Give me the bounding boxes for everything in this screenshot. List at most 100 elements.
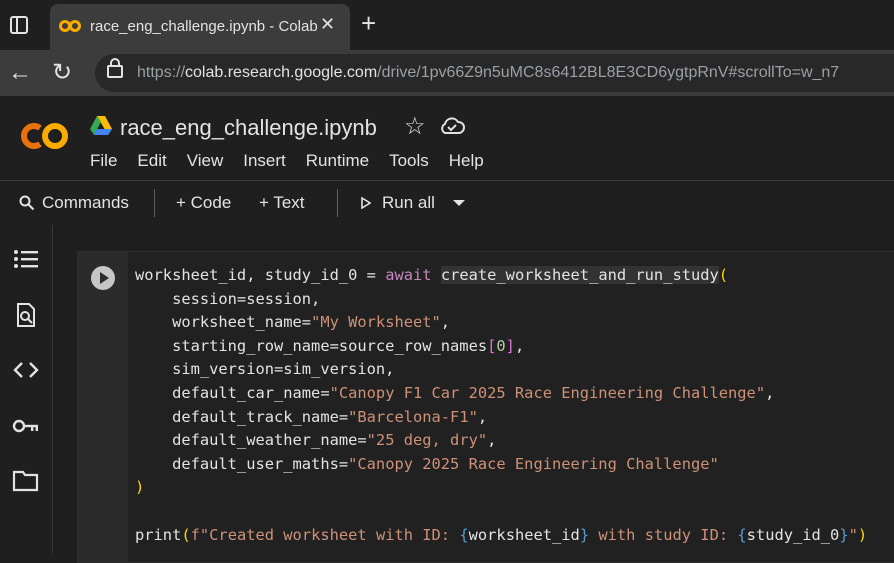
code-line: default_weather_name="25 deg, dry", <box>135 429 867 453</box>
code-token: ] <box>505 336 515 355</box>
find-icon[interactable] <box>12 303 40 327</box>
search-icon <box>19 195 35 211</box>
run-all-dropdown-icon[interactable] <box>452 199 466 207</box>
code-token: sim_version=sim_version, <box>135 360 395 379</box>
notebook-toolbar: Commands + Code + Text Run all <box>0 180 894 225</box>
code-token: worksheet_id <box>468 525 580 544</box>
code-token: 0 <box>496 336 506 355</box>
code-token: study_id_0 <box>746 525 840 544</box>
code-cell[interactable]: worksheet_id, study_id_0 = await create_… <box>77 251 894 563</box>
menu-tools[interactable]: Tools <box>389 151 429 171</box>
menu-view[interactable]: View <box>187 151 224 171</box>
menu-help[interactable]: Help <box>449 151 484 171</box>
code-line: print(f"Created worksheet with ID: {work… <box>135 524 867 548</box>
code-token: , <box>477 407 488 426</box>
code-token: default_weather_name= <box>135 431 367 450</box>
code-token: } <box>839 525 849 544</box>
menu-file[interactable]: File <box>90 151 117 171</box>
code-token: default_track_name= <box>135 407 349 426</box>
reload-icon[interactable]: ↻ <box>52 58 72 87</box>
code-token: , <box>514 336 525 355</box>
browser-tab-strip: race_eng_challenge.ipynb - Colab ✕ + <box>0 0 894 50</box>
url-host: colab.research.google.com <box>185 64 378 81</box>
code-token: , <box>765 383 775 402</box>
code-line: default_car_name="Canopy F1 Car 2025 Rac… <box>135 382 867 406</box>
url-text[interactable]: https://colab.research.google.com/drive/… <box>137 64 839 82</box>
colab-favicon-icon <box>59 20 81 32</box>
code-token: "My Worksheet" <box>311 313 441 332</box>
code-token: { <box>737 525 747 544</box>
cell-gutter <box>78 252 128 562</box>
colab-header: race_eng_challenge.ipynb ☆ File Edit Vie… <box>0 96 894 180</box>
code-token: starting_row_name=source_row_names <box>135 336 488 355</box>
star-icon[interactable]: ☆ <box>404 112 426 141</box>
code-editor[interactable]: worksheet_id, study_id_0 = await create_… <box>135 264 867 547</box>
run-cell-icon[interactable] <box>91 266 115 290</box>
tab-actions-icon[interactable] <box>10 16 28 34</box>
code-token: session=session, <box>135 289 321 308</box>
code-token: print <box>135 525 182 544</box>
toolbar-divider <box>154 189 155 217</box>
site-info-icon[interactable] <box>107 58 123 78</box>
code-token: worksheet_name= <box>135 313 312 332</box>
code-token: , <box>487 431 497 450</box>
code-token: f"Created worksheet with ID: <box>190 525 460 544</box>
left-sidebar <box>0 225 53 553</box>
code-token: ) <box>135 478 145 497</box>
code-token: ( <box>718 266 729 284</box>
menu-bar: File Edit View Insert Runtime Tools Help <box>90 151 504 171</box>
menu-edit[interactable]: Edit <box>137 151 166 171</box>
code-line: sim_version=sim_version, <box>135 358 867 382</box>
commands-button[interactable]: Commands <box>42 193 129 213</box>
toolbar-divider <box>337 189 338 217</box>
google-drive-icon <box>90 116 112 135</box>
code-line: ) <box>135 476 867 500</box>
secrets-key-icon[interactable] <box>12 414 40 438</box>
files-folder-icon[interactable] <box>12 469 40 493</box>
url-scheme: https:// <box>137 64 186 81</box>
code-token: with study ID: <box>589 525 738 544</box>
code-token: "Barcelona-F1" <box>348 407 478 426</box>
code-token: "Canopy 2025 Race Engineering Challenge" <box>348 454 719 473</box>
code-line: default_track_name="Barcelona-F1", <box>135 406 867 430</box>
code-line: worksheet_id, study_id_0 = await create_… <box>135 264 867 288</box>
run-all-button[interactable]: Run all <box>382 193 435 213</box>
close-tab-icon[interactable]: ✕ <box>320 14 335 35</box>
notebook-title[interactable]: race_eng_challenge.ipynb <box>120 115 377 141</box>
code-token: worksheet_id, study_id_0 = <box>135 266 386 284</box>
code-line: default_user_maths="Canopy 2025 Race Eng… <box>135 453 867 477</box>
back-arrow-icon[interactable]: ← <box>8 59 32 87</box>
code-token: , <box>440 313 451 332</box>
code-line: starting_row_name=source_row_names[0], <box>135 335 867 359</box>
code-token: { <box>459 525 469 544</box>
code-line: worksheet_name="My Worksheet", <box>135 311 867 335</box>
tab-title: race_eng_challenge.ipynb - Colab <box>90 18 318 35</box>
add-code-cell-button[interactable]: + Code <box>176 193 231 213</box>
code-token: default_user_maths= <box>135 454 349 473</box>
code-token: create_worksheet_and_run_study <box>440 266 719 284</box>
toc-icon[interactable] <box>12 247 40 271</box>
code-token: ) <box>857 525 868 544</box>
code-token: ( <box>181 525 191 544</box>
code-token: default_car_name= <box>135 383 330 402</box>
new-tab-icon[interactable]: + <box>361 10 376 36</box>
menu-insert[interactable]: Insert <box>243 151 286 171</box>
code-snippets-icon[interactable] <box>12 358 40 382</box>
menu-runtime[interactable]: Runtime <box>306 151 369 171</box>
code-token: [ <box>487 336 497 355</box>
browser-tab-active[interactable]: race_eng_challenge.ipynb - Colab ✕ <box>50 4 350 50</box>
code-line: session=session, <box>135 288 867 312</box>
browser-nav-bar: ← ↻ https://colab.research.google.com/dr… <box>0 50 894 96</box>
play-icon <box>361 197 371 209</box>
address-bar[interactable]: https://colab.research.google.com/drive/… <box>95 54 894 92</box>
colab-logo-icon[interactable] <box>18 120 70 152</box>
code-token: "Canopy F1 Car 2025 Race Engineering Cha… <box>329 383 766 402</box>
notebook-main: worksheet_id, study_id_0 = await create_… <box>53 225 894 563</box>
code-token: await <box>385 266 432 284</box>
code-token: "25 deg, dry" <box>366 431 488 450</box>
code-token: } <box>579 525 590 544</box>
add-text-cell-button[interactable]: + Text <box>259 193 305 213</box>
cloud-saved-icon[interactable] <box>439 115 465 137</box>
